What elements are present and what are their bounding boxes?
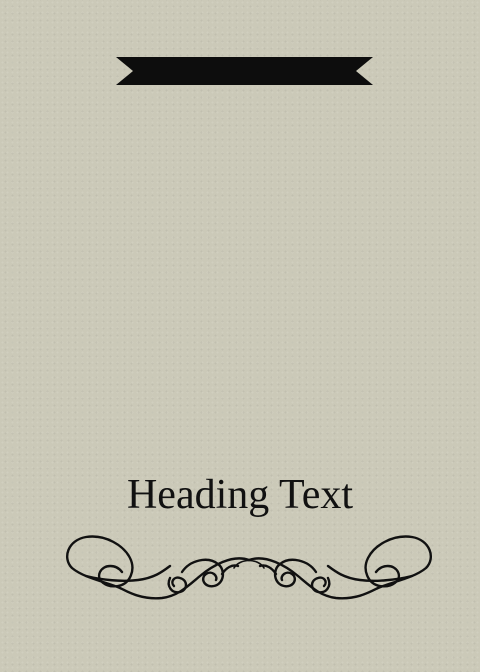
- flourish-right: [247, 535, 432, 600]
- poster-canvas: Heading Text: [0, 0, 480, 672]
- scroll-flourish-icon: [66, 535, 432, 600]
- ribbon-banner-icon: [116, 57, 373, 85]
- heading-text: Heading Text: [126, 472, 354, 518]
- flourish-left: [66, 535, 251, 600]
